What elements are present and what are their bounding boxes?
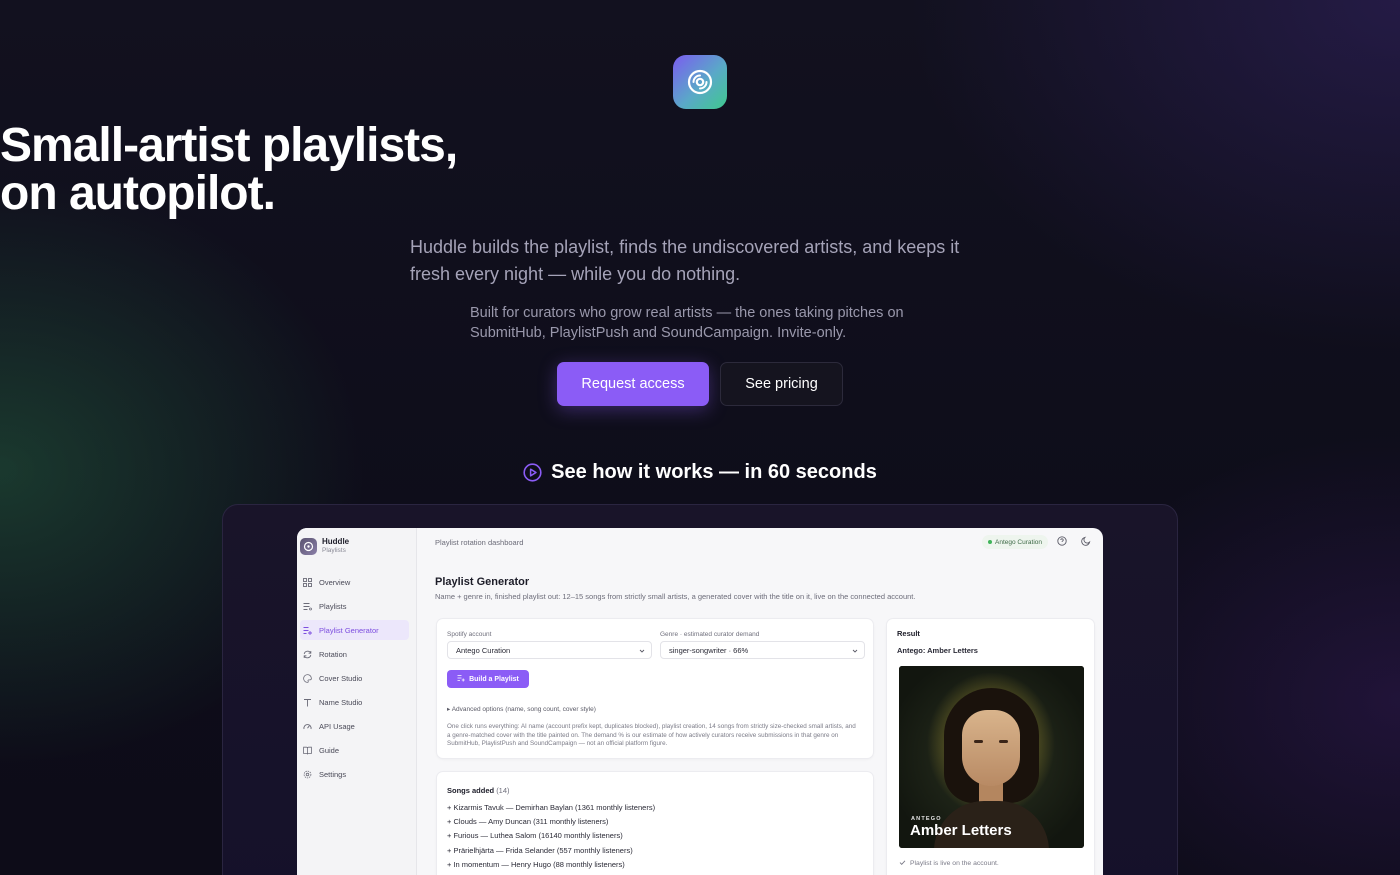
cover-portrait-eye [999,740,1008,743]
app-logo-disc-icon [673,55,727,109]
topbar-title: Playlist rotation dashboard [435,538,524,547]
sidebar-item-label: Rotation [319,649,347,659]
sidebar: Huddle Playlists Overview Playlists Play… [297,528,417,875]
grid-icon [303,577,312,587]
brand: Huddle Playlists [300,537,349,555]
chevron-down-icon [638,647,646,655]
topbar: Playlist rotation dashboard Antego Curat… [417,528,1103,556]
sidebar-item-overview[interactable]: Overview [300,572,409,592]
account-select[interactable]: Antego Curation [447,641,652,659]
result-card: Result Antego: Amber Letters ANTEGO Ambe… [886,618,1095,875]
sidebar-item-label: Settings [319,769,347,779]
genre-field-label: Genre · estimated curator demand [660,631,760,638]
account-field-label: Spotify account [447,631,492,638]
sidebar-item-settings[interactable]: Settings [300,764,409,784]
advanced-options-toggle[interactable]: ▸ Advanced options (name, song count, co… [447,705,596,713]
sidebar-item-label: Overview [319,577,351,587]
songs-count: (14) [496,786,510,795]
playlist-cover-image: ANTEGO Amber Letters [899,666,1084,848]
palette-icon [303,673,312,683]
cover-portrait-face [962,710,1020,786]
list-item: + Clouds — Amy Duncan (311 monthly liste… [447,817,609,827]
sidebar-item-guide[interactable]: Guide [300,740,409,760]
cover-portrait-eye [974,740,983,743]
headline-line-1: Small-artist playlists, [0,119,458,172]
account-badge[interactable]: Antego Curation [982,535,1048,549]
account-select-value: Antego Curation [456,645,511,655]
hero-audience-note: Built for curators who grow real artists… [470,305,904,341]
sidebar-item-label: Name Studio [319,697,363,707]
genre-select[interactable]: singer-songwriter · 66% [660,641,865,659]
brand-name: Huddle [322,537,350,546]
sidebar-nav: Overview Playlists Playlist Generator Ro… [297,572,417,788]
sidebar-item-label: Playlist Generator [319,625,379,635]
app-window: Huddle Playlists Overview Playlists Play… [297,528,1103,875]
generator-note: One click runs everything: AI name (acco… [447,723,856,747]
how-it-works-label: See how it works — in 60 seconds [551,461,877,483]
page-title: Playlist Generator [435,576,530,588]
list-item: + Prärielhjärta — Frida Selander (557 mo… [447,845,633,855]
sidebar-item-label: API Usage [319,721,355,731]
headline-line-2: on autopilot. [0,167,276,220]
build-playlist-button[interactable]: Build a Playlist [447,670,529,688]
theme-toggle-moon-icon[interactable] [1081,536,1091,546]
songs-title: Songs added (14) [447,786,510,795]
songs-added-card: Songs added (14) + Kizarmis Tavuk — Demi… [436,771,874,875]
sidebar-item-name-studio[interactable]: Name Studio [300,692,409,712]
live-status: Playlist is live on the account. [899,859,999,868]
songs-list: + Kizarmis Tavuk — Demirhan Baylan (1361… [447,801,655,872]
list-plus-icon [303,626,312,635]
check-icon [899,859,906,868]
cover-title-text: Amber Letters [910,822,1012,839]
help-icon[interactable] [1057,536,1067,546]
sidebar-item-cover-studio[interactable]: Cover Studio [300,668,409,688]
sidebar-item-rotation[interactable]: Rotation [300,644,409,664]
brand-logo-icon [300,537,317,555]
hero-subhead: Huddle builds the playlist, finds the un… [410,237,960,284]
result-playlist-title: Antego: Amber Letters [897,646,978,655]
hero-headline: Small-artist playlists, on autopilot. [0,122,1400,218]
result-label: Result [897,629,920,638]
list-icon [303,602,312,611]
refresh-icon [303,650,312,659]
songs-title-label: Songs added [447,786,495,795]
list-item: + Kizarmis Tavuk — Demirhan Baylan (1361… [447,803,656,812]
genre-select-value: singer-songwriter · 66% [669,645,749,655]
request-access-button[interactable]: Request access [557,362,709,406]
brand-subtitle: Playlists [322,547,346,554]
build-playlist-label: Build a Playlist [469,675,519,683]
play-circle-icon [523,463,542,482]
book-icon [303,746,312,755]
account-badge-label: Antego Curation [995,538,1042,546]
gear-icon [303,770,312,779]
sidebar-item-playlist-generator[interactable]: Playlist Generator [300,620,409,640]
gauge-icon [303,722,312,731]
status-dot [988,540,993,544]
how-it-works-link[interactable]: See how it works — in 60 seconds [0,461,1400,484]
sidebar-item-label: Cover Studio [319,673,363,683]
see-pricing-button[interactable]: See pricing [720,362,843,406]
sidebar-item-label: Guide [319,745,340,755]
sidebar-item-playlists[interactable]: Playlists [300,596,409,616]
list-item: + In momentum — Henry Hugo (88 monthly l… [447,859,625,869]
chevron-down-icon [851,647,859,655]
live-status-label: Playlist is live on the account. [910,860,999,867]
type-icon [303,698,312,707]
list-item: + Furious — Luthea Salom (16140 monthly … [447,831,623,841]
generator-form-card: Spotify account Antego Curation Genre · … [436,618,874,759]
list-plus-icon [457,674,465,684]
sidebar-item-api-usage[interactable]: API Usage [300,716,409,736]
page-description: Name + genre in, finished playlist out: … [435,592,916,601]
sidebar-item-label: Playlists [319,601,347,611]
